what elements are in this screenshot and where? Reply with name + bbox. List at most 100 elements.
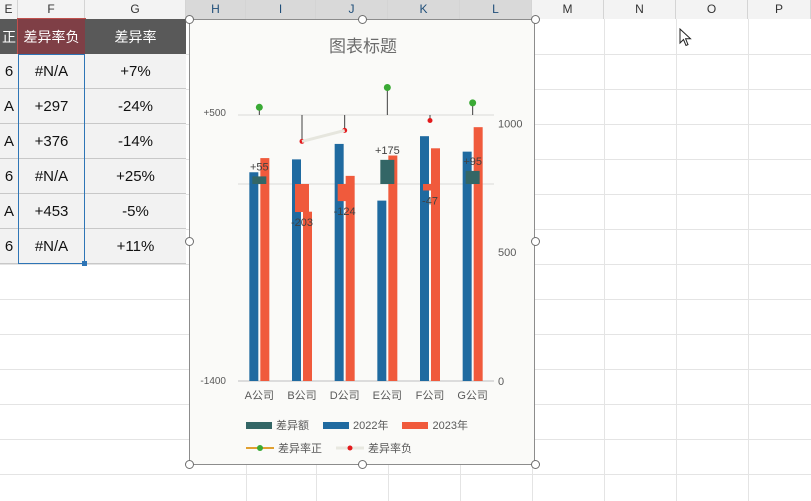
table-cell[interactable]: -24% — [85, 89, 186, 124]
table-cell[interactable]: A — [0, 124, 18, 159]
resize-handle-top-left[interactable] — [185, 15, 194, 24]
column-header-i[interactable]: I — [246, 0, 316, 19]
bar-2022 — [334, 143, 344, 381]
resize-handle-left[interactable] — [185, 237, 194, 246]
fill-handle[interactable] — [82, 261, 87, 266]
table-cell[interactable]: 6 — [0, 54, 18, 89]
column-header-e[interactable]: E — [0, 0, 18, 19]
arrow-pointer-icon — [679, 28, 692, 47]
column-header-o[interactable]: O — [676, 0, 748, 19]
bar-2022 — [420, 136, 429, 381]
legend-label-rate-positive: 差异率正 — [278, 443, 322, 455]
table-cell[interactable]: +297 — [18, 89, 85, 124]
category-label: D公司 — [330, 390, 360, 402]
rate-positive-marker — [383, 84, 391, 91]
gridline — [748, 19, 749, 501]
column-header-row: E F G H I J K L M N O P — [0, 0, 811, 20]
bar-2022 — [462, 151, 472, 381]
category-label: E公司 — [373, 390, 402, 402]
header-cell-rate-negative[interactable]: 差异率负 — [17, 18, 86, 55]
legend-item-rate-negative[interactable]: 差异率负 — [336, 440, 412, 456]
table-cell[interactable]: -14% — [85, 124, 186, 159]
column-header-j[interactable]: J — [316, 0, 388, 19]
table-cell[interactable]: 6 — [0, 159, 18, 194]
column-header-f[interactable]: F — [18, 0, 85, 19]
right-axis-tick: 500 — [498, 247, 516, 259]
bar-2023 — [431, 148, 440, 381]
legend-label-2022: 2022年 — [353, 420, 389, 432]
header-cell-rate[interactable]: 差异率 — [85, 19, 186, 54]
left-axis-label: -1400 — [200, 376, 226, 387]
diff-data-label: -47 — [422, 195, 438, 207]
bar-2022 — [249, 172, 259, 381]
rate-negative-line — [301, 128, 346, 143]
chart-plot: 2000150010005000+500-1400A公司B公司D公司E公司F公司… — [200, 84, 522, 402]
diff-bar — [252, 176, 267, 184]
header-cell-e[interactable]: 正 — [0, 19, 18, 54]
column-header-m[interactable]: M — [532, 0, 604, 19]
column-header-g[interactable]: G — [85, 0, 186, 19]
left-axis-label: +500 — [203, 108, 226, 119]
resize-handle-bottom-left[interactable] — [185, 460, 194, 469]
bar-2022 — [377, 200, 387, 381]
resize-handle-bottom-right[interactable] — [531, 460, 540, 469]
bar-2023 — [303, 211, 312, 381]
column-header-l[interactable]: L — [460, 0, 532, 19]
column-header-n[interactable]: N — [604, 0, 676, 19]
legend-swatch-2022 — [323, 421, 349, 429]
bar-2023 — [388, 155, 398, 381]
table-cell[interactable]: #N/A — [18, 159, 85, 194]
diff-data-label: +95 — [463, 156, 482, 168]
diff-bar — [380, 159, 395, 184]
diff-data-label: -124 — [334, 206, 356, 218]
right-axis-tick: 1000 — [498, 118, 522, 130]
legend-label-2023: 2023年 — [432, 420, 468, 432]
bar-2023 — [260, 158, 270, 381]
column-header-h[interactable]: H — [186, 0, 246, 19]
resize-handle-bottom[interactable] — [358, 460, 367, 469]
table-cell[interactable]: +11% — [85, 229, 186, 264]
diff-bar — [423, 184, 437, 191]
table-cell[interactable]: A — [0, 194, 18, 229]
legend-marker-rate-positive — [246, 445, 274, 451]
diff-bar — [337, 184, 352, 202]
column-header-p[interactable]: P — [748, 0, 811, 19]
legend-marker-rate-negative — [336, 445, 364, 451]
legend-row-2: 差异率正 差异率负 — [246, 440, 426, 456]
table-cell[interactable]: A — [0, 89, 18, 124]
table-cell[interactable]: #N/A — [18, 54, 85, 89]
category-label: F公司 — [416, 390, 445, 402]
gridline — [0, 474, 811, 475]
rate-positive-marker — [469, 99, 477, 107]
table-cell[interactable]: +7% — [85, 54, 186, 89]
table-cell[interactable]: +453 — [18, 194, 85, 229]
right-axis-tick: 0 — [498, 376, 504, 388]
rate-positive-marker — [255, 103, 263, 111]
legend-item-rate-positive[interactable]: 差异率正 — [246, 440, 322, 456]
diff-data-label: -203 — [291, 217, 313, 229]
table-cell[interactable]: 6 — [0, 229, 18, 264]
resize-handle-right[interactable] — [531, 237, 540, 246]
legend-item-2022[interactable]: 2022年 — [323, 417, 388, 433]
table-cell[interactable]: #N/A — [18, 229, 85, 264]
legend-swatch-diff — [246, 421, 272, 429]
category-label: A公司 — [245, 390, 274, 402]
legend-swatch-2023 — [402, 421, 429, 429]
legend-item-2023[interactable]: 2023年 — [402, 417, 468, 433]
legend-item-diff[interactable]: 差异额 — [246, 417, 309, 433]
gridline — [604, 19, 605, 501]
legend-label-diff: 差异额 — [276, 420, 309, 432]
table-cell[interactable]: -5% — [85, 194, 186, 229]
resize-handle-top-right[interactable] — [531, 15, 540, 24]
diff-bar — [465, 170, 480, 184]
chart-area[interactable]: 图表标题 2000150010005000+500-1400A公司B公司D公司E… — [185, 15, 540, 469]
legend-label-rate-negative: 差异率负 — [368, 443, 412, 455]
column-header-k[interactable]: K — [388, 0, 460, 19]
resize-handle-top[interactable] — [358, 15, 367, 24]
gridline — [676, 19, 677, 501]
diff-data-label: +55 — [250, 161, 269, 173]
diff-bar — [295, 184, 309, 213]
table-cell[interactable]: +376 — [18, 124, 85, 159]
table-cell[interactable]: +25% — [85, 159, 186, 194]
category-label: G公司 — [457, 390, 488, 402]
